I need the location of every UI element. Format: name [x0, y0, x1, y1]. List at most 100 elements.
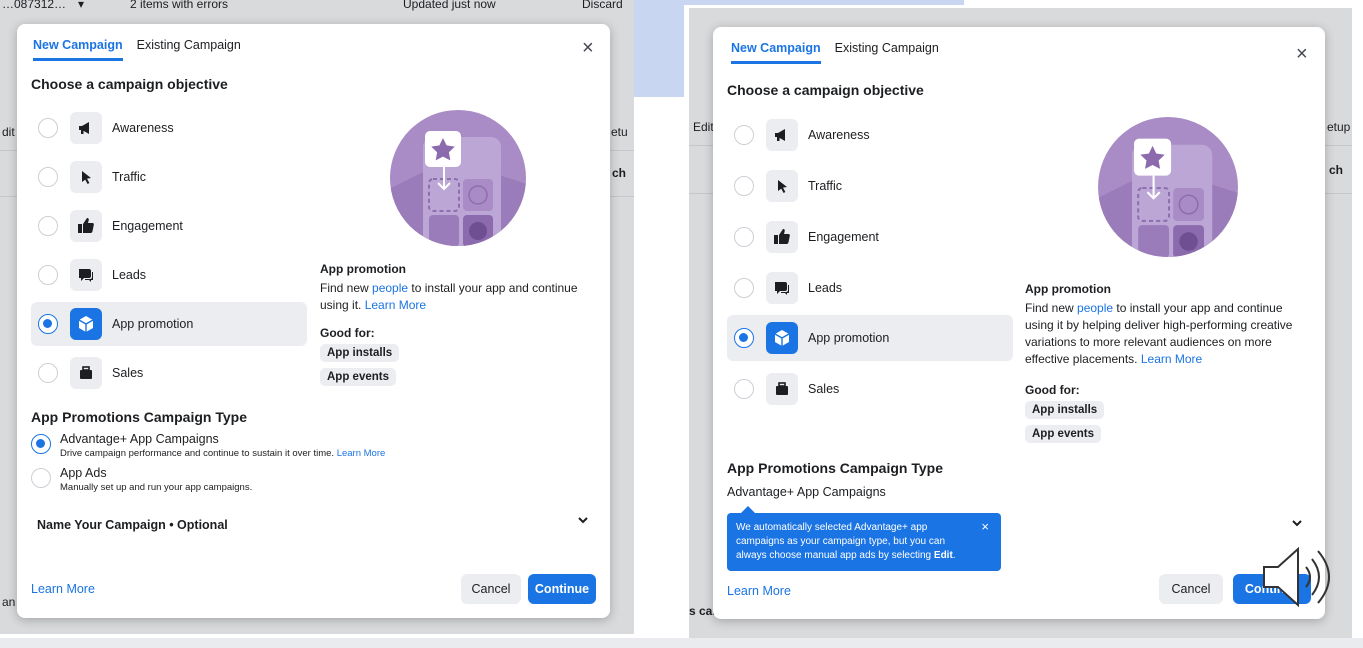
bg-name-fragment: an — [2, 595, 16, 609]
objective-radio[interactable] — [734, 278, 754, 298]
type-radio[interactable] — [31, 468, 51, 488]
people-link[interactable]: people — [372, 281, 408, 295]
close-icon[interactable]: × — [981, 520, 989, 534]
bg-updated-text: Updated just now — [403, 0, 496, 11]
chat-bubble-icon — [70, 259, 102, 291]
close-icon[interactable]: × — [582, 38, 594, 58]
tab-existing-campaign[interactable]: Existing Campaign — [137, 38, 241, 61]
tooltip-text: We automatically selected Advantage+ app… — [736, 522, 946, 561]
objective-radio[interactable] — [734, 328, 754, 348]
objective-radio[interactable] — [38, 118, 58, 138]
chevron-down-icon[interactable] — [577, 514, 589, 529]
objective-traffic[interactable]: Traffic — [727, 164, 1013, 208]
right-screenshot: Edit etup ch s can New Campaign Existing… — [689, 8, 1352, 638]
type-radio[interactable] — [31, 434, 51, 454]
objective-traffic[interactable]: Traffic — [31, 155, 307, 199]
objective-radio[interactable] — [734, 125, 754, 145]
objective-leads[interactable]: Leads — [727, 266, 1013, 310]
objective-app-promotion[interactable]: App promotion — [31, 302, 307, 346]
learn-more-link[interactable]: Learn More — [365, 298, 426, 312]
campaign-tabs: New Campaign Existing Campaign — [731, 41, 939, 64]
objective-awareness[interactable]: Awareness — [727, 113, 1013, 157]
type-subtitle: Manually set up and run your app campaig… — [60, 482, 253, 493]
campaign-type-heading: App Promotions Campaign Type — [727, 460, 943, 476]
people-link[interactable]: people — [1077, 301, 1113, 315]
tooltip-edit-word: Edit — [933, 550, 953, 561]
cursor-icon — [766, 170, 798, 202]
name-campaign-row[interactable]: Name Your Campaign • Optional — [37, 518, 228, 532]
side-description: Find new people to install your app and … — [1025, 300, 1297, 368]
objective-leads[interactable]: Leads — [31, 253, 307, 297]
decorative-blue-strip — [684, 0, 964, 5]
objective-heading: Choose a campaign objective — [727, 82, 924, 98]
app-promotion-illustration — [389, 109, 527, 252]
objective-radio[interactable] — [734, 379, 754, 399]
objective-awareness[interactable]: Awareness — [31, 106, 307, 150]
pill-app-events: App events — [1025, 425, 1101, 443]
objective-radio[interactable] — [734, 227, 754, 247]
objective-label: Engagement — [112, 219, 183, 233]
footer-learn-more-link[interactable]: Learn More — [727, 584, 791, 598]
learn-more-link[interactable]: Learn More — [1141, 352, 1202, 366]
continue-button[interactable]: Continue — [528, 574, 596, 604]
advantage-tooltip: We automatically selected Advantage+ app… — [727, 506, 1001, 571]
objective-radio[interactable] — [734, 176, 754, 196]
objective-label: Engagement — [808, 230, 879, 244]
side-title: App promotion — [1025, 282, 1111, 296]
bg-discard-text: Discard — [582, 0, 623, 11]
pill-app-installs: App installs — [1025, 401, 1105, 419]
objective-radio[interactable] — [38, 314, 58, 334]
objective-radio[interactable] — [38, 363, 58, 383]
type-advantage-plus[interactable]: Advantage+ App Campaigns Drive campaign … — [31, 432, 385, 459]
learn-more-link[interactable]: Learn More — [337, 448, 386, 459]
objective-radio[interactable] — [38, 167, 58, 187]
speaker-icon[interactable] — [1260, 545, 1336, 614]
bg-account-id: …087312… — [2, 0, 67, 11]
megaphone-icon — [766, 119, 798, 151]
pill-app-installs: App installs — [320, 344, 400, 362]
tab-existing-campaign[interactable]: Existing Campaign — [835, 41, 939, 64]
objective-label: Awareness — [808, 128, 870, 142]
type-title: Advantage+ App Campaigns — [60, 432, 219, 446]
type-app-ads[interactable]: App Ads Manually set up and run your app… — [31, 466, 252, 493]
slide-bottom-bar — [0, 638, 1363, 648]
left-screenshot: …087312… ▾ 2 items with errors Updated j… — [0, 0, 634, 634]
thumbs-up-icon — [766, 221, 798, 253]
megaphone-icon — [70, 112, 102, 144]
objective-heading: Choose a campaign objective — [31, 76, 228, 92]
briefcase-icon — [766, 373, 798, 405]
cancel-button[interactable]: Cancel — [1159, 574, 1223, 604]
type-title: App Ads — [60, 466, 107, 480]
objective-label: App promotion — [808, 331, 890, 345]
objective-label: Leads — [808, 281, 843, 295]
campaign-type-heading: App Promotions Campaign Type — [31, 409, 247, 425]
desc-text: Find new — [1025, 301, 1078, 315]
objective-engagement[interactable]: Engagement — [727, 215, 1013, 259]
objective-sales[interactable]: Sales — [727, 367, 1013, 411]
cube-icon — [766, 322, 798, 354]
objective-label: Traffic — [112, 170, 147, 184]
bg-search-fragment: ch — [612, 166, 627, 180]
cancel-button[interactable]: Cancel — [461, 574, 521, 604]
campaign-tabs: New Campaign Existing Campaign — [33, 38, 241, 61]
objective-radio[interactable] — [38, 265, 58, 285]
objective-label: Leads — [112, 268, 147, 282]
close-icon[interactable]: × — [1296, 44, 1308, 64]
type-subtitle: Drive campaign performance and continue … — [60, 448, 337, 459]
bg-search-fragment: ch — [1329, 163, 1344, 177]
tab-new-campaign[interactable]: New Campaign — [731, 41, 821, 64]
side-title: App promotion — [320, 262, 406, 276]
footer-learn-more-link[interactable]: Learn More — [31, 582, 95, 596]
briefcase-icon — [70, 357, 102, 389]
tab-new-campaign[interactable]: New Campaign — [33, 38, 123, 61]
objective-sales[interactable]: Sales — [31, 351, 307, 395]
bg-setup-fragment: etu — [611, 125, 628, 139]
good-for-label: Good for: — [320, 326, 375, 340]
bg-edit-fragment: dit — [2, 125, 15, 139]
objective-radio[interactable] — [38, 216, 58, 236]
objective-app-promotion[interactable]: App promotion — [727, 315, 1013, 361]
good-for-label: Good for: — [1025, 383, 1080, 397]
pill-app-events: App events — [320, 368, 396, 386]
chevron-down-icon[interactable] — [1291, 517, 1303, 532]
objective-engagement[interactable]: Engagement — [31, 204, 307, 248]
